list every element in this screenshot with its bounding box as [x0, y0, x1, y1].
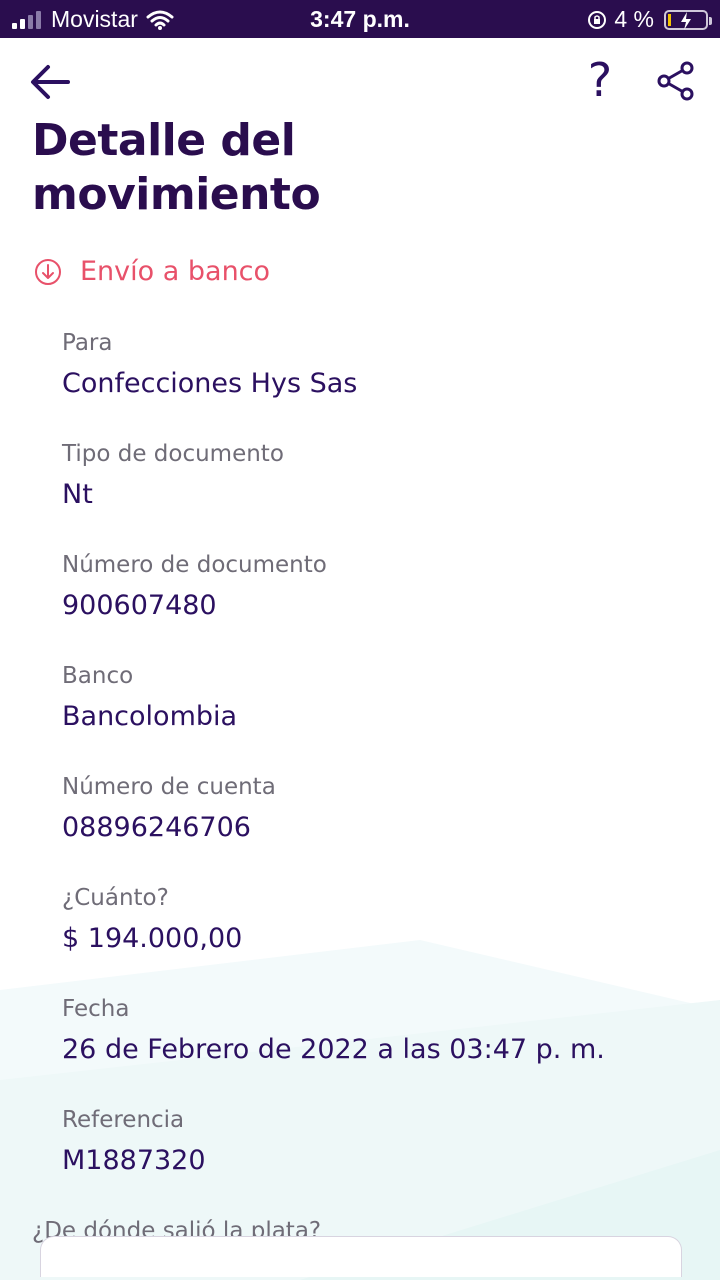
- page-title: Detalle del movimiento: [32, 115, 321, 220]
- arrow-down-circle-icon: [35, 258, 61, 285]
- field-cuanto: ¿Cuánto? $ 194.000,00: [62, 883, 242, 959]
- field-label: Banco: [62, 663, 134, 689]
- field-banco: Banco Bancolombia: [62, 661, 237, 737]
- field-value: 26 de Febrero de 2022 a las 03:47 p. m.: [62, 1034, 605, 1065]
- battery-percent: 4 %: [614, 6, 654, 32]
- share-icon[interactable]: [655, 60, 697, 102]
- field-label: Tipo de documento: [62, 441, 284, 467]
- field-para: Para Confecciones Hys Sas: [62, 328, 357, 404]
- rotation-lock-icon: [588, 10, 607, 29]
- field-label: Referencia: [62, 1107, 185, 1133]
- field-value: 08896246706: [62, 812, 251, 843]
- field-label: ¿Cuánto?: [62, 885, 169, 911]
- field-value: 900607480: [62, 590, 217, 621]
- field-label: Número de cuenta: [62, 774, 276, 800]
- back-arrow-icon[interactable]: [28, 60, 72, 104]
- transaction-type-label: Envío a banco: [80, 256, 271, 287]
- field-value: Bancolombia: [62, 701, 238, 732]
- field-value: M1887320: [62, 1145, 206, 1176]
- field-value: Nt: [62, 479, 93, 510]
- field-numero-cuenta: Número de cuenta 08896246706: [62, 772, 276, 848]
- detail-screen: ? Detalle del movimiento Envío a banco P…: [0, 38, 720, 1280]
- field-value: $ 194.000,00: [62, 923, 243, 954]
- battery-icon: [664, 9, 712, 30]
- field-referencia: Referencia M1887320: [62, 1105, 206, 1181]
- field-value: Confecciones Hys Sas: [62, 368, 358, 399]
- field-tipo-documento: Tipo de documento Nt: [62, 439, 284, 515]
- field-fecha: Fecha 26 de Febrero de 2022 a las 03:47 …: [62, 994, 605, 1070]
- status-bar: Movistar 3:47 p.m. 4 %: [0, 0, 720, 38]
- field-label: Fecha: [62, 996, 130, 1022]
- help-icon[interactable]: ?: [580, 54, 620, 106]
- source-card[interactable]: [40, 1236, 682, 1277]
- field-label: Número de documento: [62, 552, 327, 578]
- transaction-type: Envío a banco: [34, 256, 270, 287]
- field-label: Para: [62, 330, 113, 356]
- field-numero-documento: Número de documento 900607480: [62, 550, 327, 626]
